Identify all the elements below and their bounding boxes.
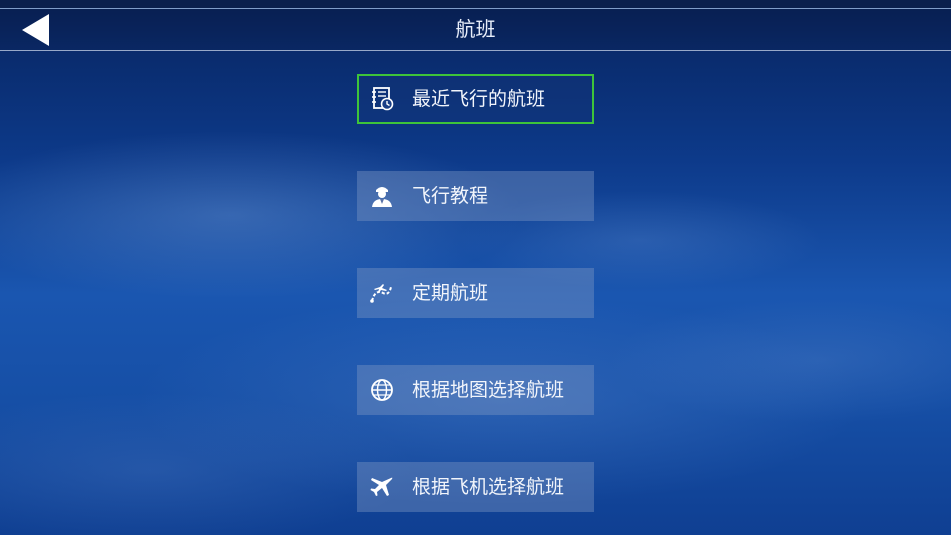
menu-item-label: 根据飞机选择航班 <box>412 476 565 498</box>
menu-item-flight-tutorial[interactable]: 飞行教程 <box>357 171 594 221</box>
back-arrow-icon <box>18 13 58 47</box>
menu-item-recent-flights[interactable]: 最近飞行的航班 <box>357 74 594 124</box>
menu-item-label: 定期航班 <box>412 282 489 304</box>
status-bar-strip <box>0 0 951 9</box>
menu-item-scheduled-flights[interactable]: 定期航班 <box>357 268 594 318</box>
back-button[interactable] <box>18 13 58 47</box>
menu-item-label: 飞行教程 <box>412 185 489 207</box>
pilot-icon <box>369 184 395 208</box>
page-title: 航班 <box>455 17 496 41</box>
header-bar: 航班 <box>0 9 951 51</box>
globe-icon <box>369 378 395 402</box>
menu-item-label: 根据地图选择航班 <box>412 379 565 401</box>
menu-item-select-by-map[interactable]: 根据地图选择航班 <box>357 365 594 415</box>
menu-item-label: 最近飞行的航班 <box>412 88 546 110</box>
recent-flights-log-icon <box>369 87 395 111</box>
flight-route-icon <box>369 281 395 305</box>
airplane-icon <box>369 475 395 499</box>
menu-item-select-by-aircraft[interactable]: 根据飞机选择航班 <box>357 462 594 512</box>
